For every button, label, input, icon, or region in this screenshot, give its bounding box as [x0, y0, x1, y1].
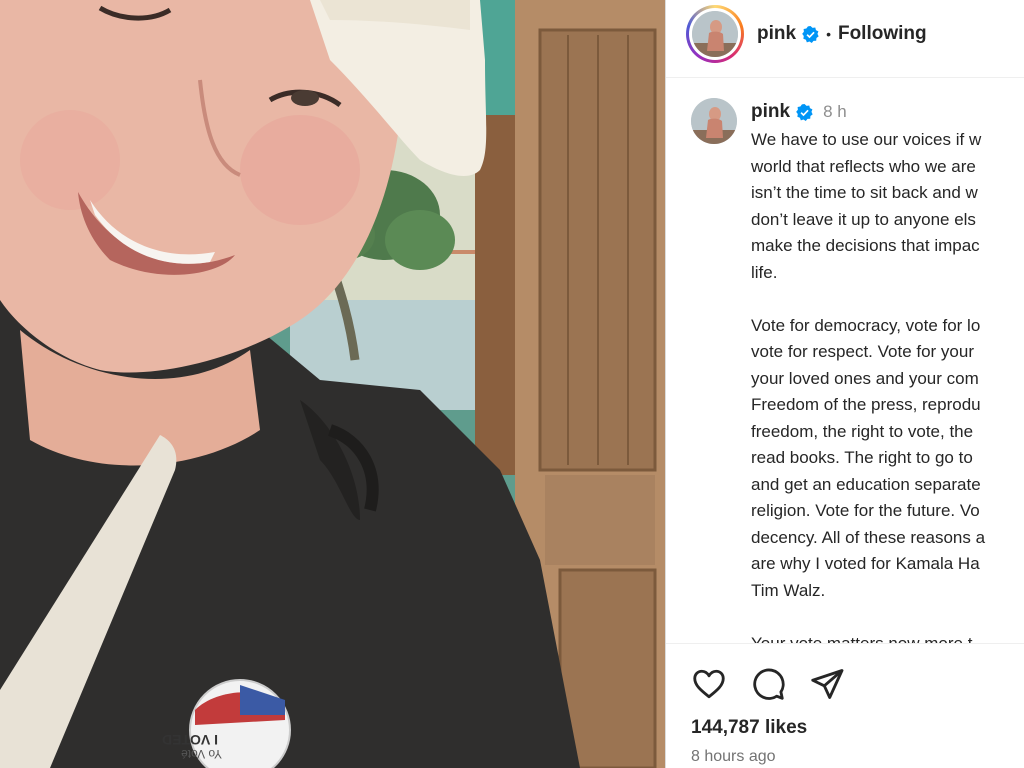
likes-count[interactable]: 144,787 likes [691, 717, 807, 739]
sticker-text: I VOTED [162, 732, 218, 748]
separator-dot: • [826, 26, 831, 42]
story-ring[interactable] [686, 5, 744, 63]
caption-username-link[interactable]: pink [751, 101, 790, 123]
heart-icon[interactable] [691, 666, 727, 702]
post-actions: 144,787 likes 8 hours ago [666, 643, 1024, 768]
following-button[interactable]: Following [838, 23, 927, 45]
avatar[interactable] [692, 11, 738, 57]
caption-text: We have to use our voices if w world tha… [751, 130, 986, 643]
username-link[interactable]: pink [757, 23, 796, 45]
post-time[interactable]: 8 h [823, 102, 847, 122]
selfie-photo: I VOTED Yo Voté [0, 0, 665, 768]
share-icon[interactable] [809, 666, 845, 702]
post-photo[interactable]: I VOTED Yo Voté [0, 0, 665, 768]
sticker-text-secondary: Yo Voté [181, 747, 222, 761]
post-header: pink • Following [666, 0, 1024, 78]
post-side-panel: pink • Following pink 8 h We have to use… [665, 0, 1024, 768]
caption-area: pink 8 h We have to use our voices if w … [666, 80, 1024, 643]
caption-header: pink 8 h [751, 101, 847, 123]
comment-icon[interactable] [750, 666, 786, 702]
verified-badge-icon [802, 25, 819, 43]
caption-avatar[interactable] [691, 98, 737, 144]
header-user-line: pink • Following [757, 23, 927, 45]
verified-badge-icon [796, 103, 813, 121]
post-date[interactable]: 8 hours ago [691, 748, 776, 766]
